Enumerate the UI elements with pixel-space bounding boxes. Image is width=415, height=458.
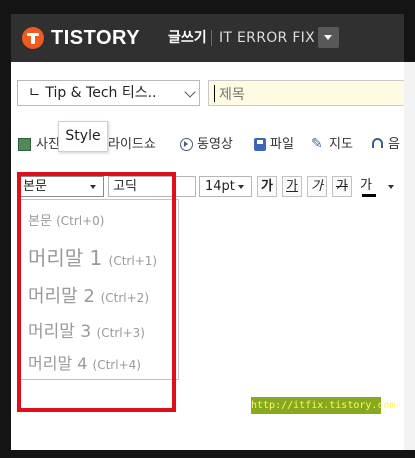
blog-dropdown-button[interactable] — [318, 27, 339, 48]
category-value: ㄴ Tip & Tech 티스.. — [28, 85, 157, 101]
music-icon[interactable] — [372, 138, 383, 148]
size-select-value: 14pt — [205, 179, 235, 194]
insert-map-button[interactable]: 지도 — [329, 134, 353, 156]
write-label: 글쓰기 — [168, 30, 207, 46]
category-select[interactable]: ㄴ Tip & Tech 티스.. — [17, 80, 200, 106]
insert-video-button[interactable]: 동영상 — [197, 134, 233, 156]
bold-button[interactable]: 가 — [257, 176, 277, 197]
photo-icon[interactable] — [18, 138, 31, 151]
file-icon[interactable] — [254, 138, 266, 151]
font-size-select[interactable]: 14pt — [199, 176, 252, 197]
style-tooltip: Style — [58, 121, 108, 152]
chevron-down-icon[interactable] — [388, 185, 394, 189]
divider — [211, 30, 212, 46]
highlight-box — [17, 172, 176, 412]
chevron-down-icon — [184, 86, 196, 98]
tistory-logo-icon[interactable] — [22, 27, 44, 49]
top-bar: TISTORY 글쓰기 IT ERROR FIX — [11, 14, 404, 62]
title-input[interactable] — [208, 80, 404, 106]
insert-music-button[interactable]: 음 — [388, 134, 400, 156]
underline-button[interactable]: 가 — [282, 176, 302, 197]
text-caret — [214, 85, 215, 102]
text-color-swatch — [362, 194, 376, 197]
watermark: http://itfix.tistory.com — [251, 397, 396, 414]
video-icon[interactable] — [180, 138, 193, 151]
chevron-down-icon — [238, 185, 244, 189]
map-icon[interactable]: ✎ — [311, 137, 323, 151]
italic-button[interactable]: 가 — [307, 176, 327, 197]
insert-slideshow-button[interactable]: 라이드쇼 — [108, 134, 156, 156]
blog-name: IT ERROR FIX — [219, 30, 316, 46]
insert-file-button[interactable]: 파일 — [270, 134, 294, 156]
window-edge — [404, 62, 415, 450]
brand-logo-text[interactable]: TISTORY — [51, 25, 140, 51]
insert-photo-button[interactable]: 사진 — [36, 134, 60, 156]
strikethrough-button[interactable]: 가 — [332, 176, 352, 197]
